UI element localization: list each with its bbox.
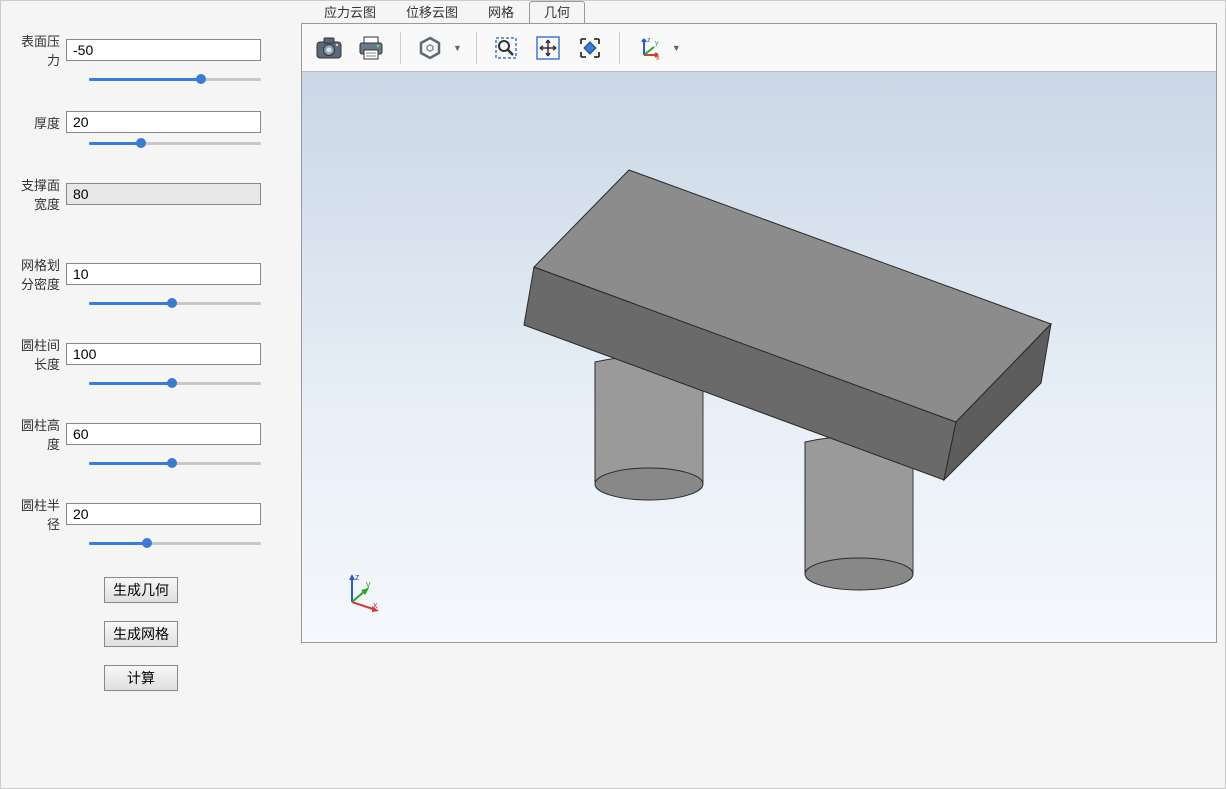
hexagon-icon: [418, 36, 442, 60]
generate-geometry-button[interactable]: 生成几何: [104, 577, 178, 603]
compute-button[interactable]: 计算: [104, 665, 178, 691]
parameter-panel: 表面压力 厚度 支撑面宽度 网格划分密度: [1, 1, 301, 788]
column-height-input[interactable]: [66, 423, 261, 445]
zoom-window-icon: [493, 35, 519, 61]
surface-pressure-input[interactable]: [66, 39, 261, 61]
mesh-density-slider[interactable]: [89, 297, 261, 311]
svg-text:y: y: [655, 40, 659, 47]
column-radius-input[interactable]: [66, 503, 261, 525]
svg-text:x: x: [373, 600, 378, 610]
tab-mesh[interactable]: 网格: [473, 1, 529, 23]
viewport-panel: 应力云图 位移云图 网格 几何: [301, 1, 1225, 788]
surface-pressure-label: 表面压力: [21, 31, 66, 69]
thickness-input[interactable]: [66, 111, 261, 133]
dropdown-arrow-icon[interactable]: ▼: [449, 43, 466, 53]
print-icon: [358, 36, 384, 60]
column-spacing-label: 圆柱间长度: [21, 335, 66, 373]
print-button[interactable]: [352, 29, 390, 67]
surface-pressure-slider[interactable]: [89, 73, 261, 87]
geometry-rendering: [302, 72, 1216, 642]
axis-view-icon: z y x: [636, 35, 662, 61]
camera-button[interactable]: [310, 29, 348, 67]
column-spacing-slider[interactable]: [89, 377, 261, 391]
column-height-slider[interactable]: [89, 457, 261, 471]
tab-geometry[interactable]: 几何: [529, 1, 585, 23]
column-spacing-input[interactable]: [66, 343, 261, 365]
tab-content: ▼: [301, 23, 1217, 643]
render-quality-button[interactable]: [411, 29, 449, 67]
dropdown-arrow-icon[interactable]: ▼: [668, 43, 685, 53]
app-window: 表面压力 厚度 支撑面宽度 网格划分密度: [0, 0, 1226, 789]
camera-icon: [316, 37, 342, 59]
tab-displacement[interactable]: 位移云图: [391, 1, 473, 23]
axis-triad: z y x: [342, 572, 382, 612]
support-width-input: [66, 183, 261, 205]
tab-stress[interactable]: 应力云图: [309, 1, 391, 23]
svg-text:z: z: [647, 37, 651, 44]
column-height-label: 圆柱高度: [21, 415, 66, 453]
mesh-density-input[interactable]: [66, 263, 261, 285]
zoom-extents-button[interactable]: [529, 29, 567, 67]
zoom-window-button[interactable]: [487, 29, 525, 67]
support-width-label: 支撑面宽度: [21, 175, 66, 213]
column-radius-slider[interactable]: [89, 537, 261, 551]
zoom-extents-icon: [535, 35, 561, 61]
3d-viewport[interactable]: z y x: [302, 72, 1216, 642]
viewport-toolbar: ▼: [302, 24, 1216, 72]
svg-text:z: z: [355, 572, 360, 582]
zoom-selection-button[interactable]: [571, 29, 609, 67]
svg-text:x: x: [656, 55, 660, 61]
mesh-density-label: 网格划分密度: [21, 255, 66, 293]
column-radius-label: 圆柱半径: [21, 495, 66, 533]
zoom-selection-icon: [577, 35, 603, 61]
generate-mesh-button[interactable]: 生成网格: [104, 621, 178, 647]
tab-bar: 应力云图 位移云图 网格 几何: [309, 1, 1225, 23]
axis-view-button[interactable]: z y x: [630, 29, 668, 67]
thickness-slider[interactable]: [89, 137, 261, 151]
thickness-label: 厚度: [21, 113, 66, 132]
svg-text:y: y: [366, 579, 371, 589]
